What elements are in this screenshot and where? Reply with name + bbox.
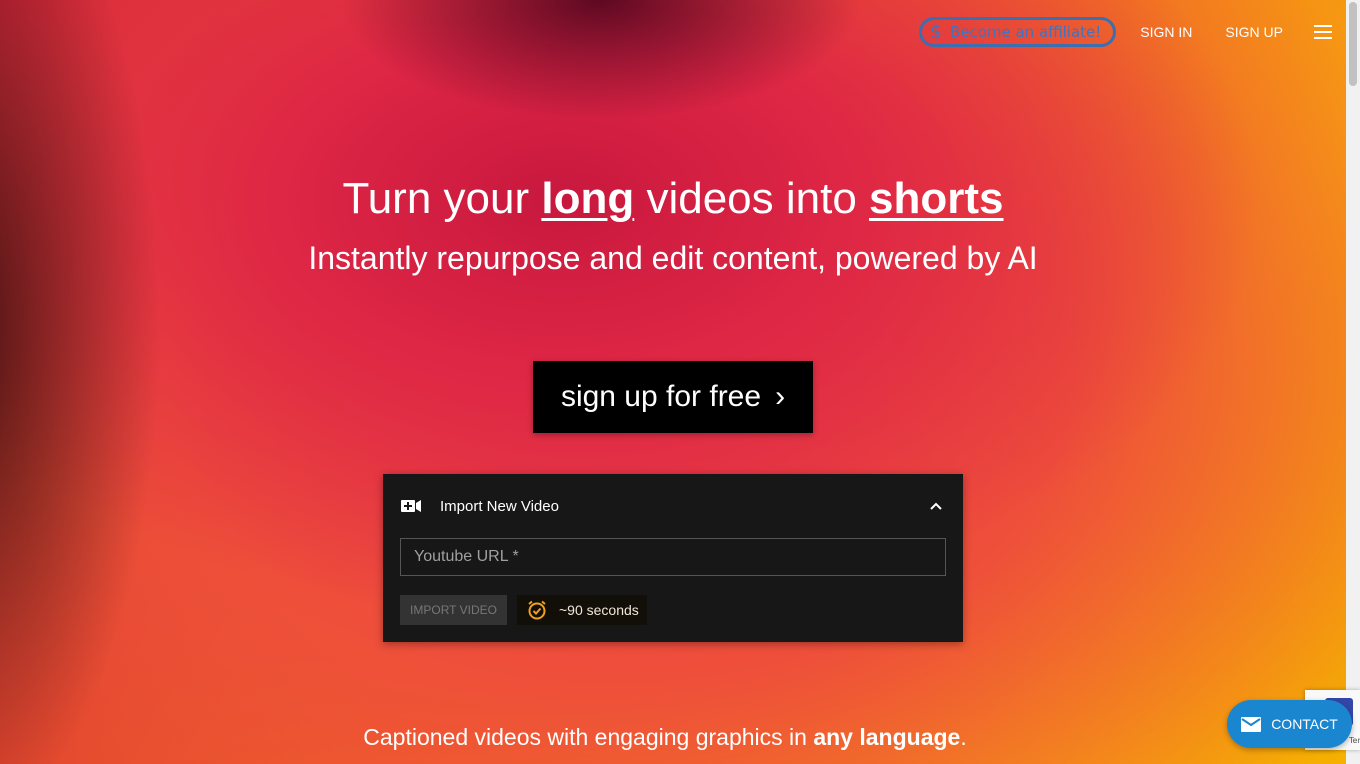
features-caption: Captioned videos with engaging graphics … bbox=[363, 724, 967, 750]
cta-label: sign up for free bbox=[560, 380, 762, 413]
scrollbar-thumb[interactable] bbox=[1349, 2, 1357, 86]
hero-subtitle: Instantly repurpose and edit content, po… bbox=[308, 240, 1038, 276]
sign-up-free-button[interactable]: sign up for free › bbox=[533, 361, 813, 433]
contact-label: CONTACT bbox=[1271, 716, 1338, 732]
sign-up-link[interactable]: SIGN UP bbox=[1225, 24, 1283, 40]
sign-in-link[interactable]: SIGN IN bbox=[1140, 24, 1192, 40]
alarm-clock-icon bbox=[528, 600, 546, 620]
affiliate-button[interactable]: $ Become an affiliate! bbox=[918, 17, 1117, 47]
chevron-up-icon[interactable] bbox=[929, 501, 943, 511]
hero-title: Turn your long videos into shorts bbox=[342, 174, 1004, 223]
mail-icon bbox=[1241, 716, 1262, 732]
time-estimate-badge: ~90 seconds bbox=[517, 595, 647, 625]
contact-button[interactable]: CONTACT bbox=[1227, 700, 1352, 748]
dollar-icon: $ bbox=[929, 21, 942, 43]
import-panel-title: Import New Video bbox=[440, 497, 559, 515]
page-scrollbar[interactable] bbox=[1346, 0, 1360, 764]
affiliate-label: Become an affiliate! bbox=[949, 23, 1102, 41]
youtube-url-input[interactable] bbox=[400, 538, 946, 576]
chevron-right-icon: › bbox=[775, 380, 786, 413]
video-add-icon bbox=[401, 500, 421, 512]
top-nav: $ Become an affiliate! SIGN IN SIGN UP bbox=[918, 17, 1332, 47]
time-estimate-text: ~90 seconds bbox=[559, 602, 639, 618]
hamburger-menu-icon[interactable] bbox=[1314, 25, 1332, 39]
import-panel-header[interactable]: Import New Video bbox=[401, 494, 943, 518]
import-video-panel: Import New Video IMPORT VIDEO ~90 second… bbox=[383, 474, 963, 642]
import-video-button[interactable]: IMPORT VIDEO bbox=[400, 595, 507, 625]
recaptcha-terms-link[interactable]: Ter bbox=[1349, 736, 1360, 745]
